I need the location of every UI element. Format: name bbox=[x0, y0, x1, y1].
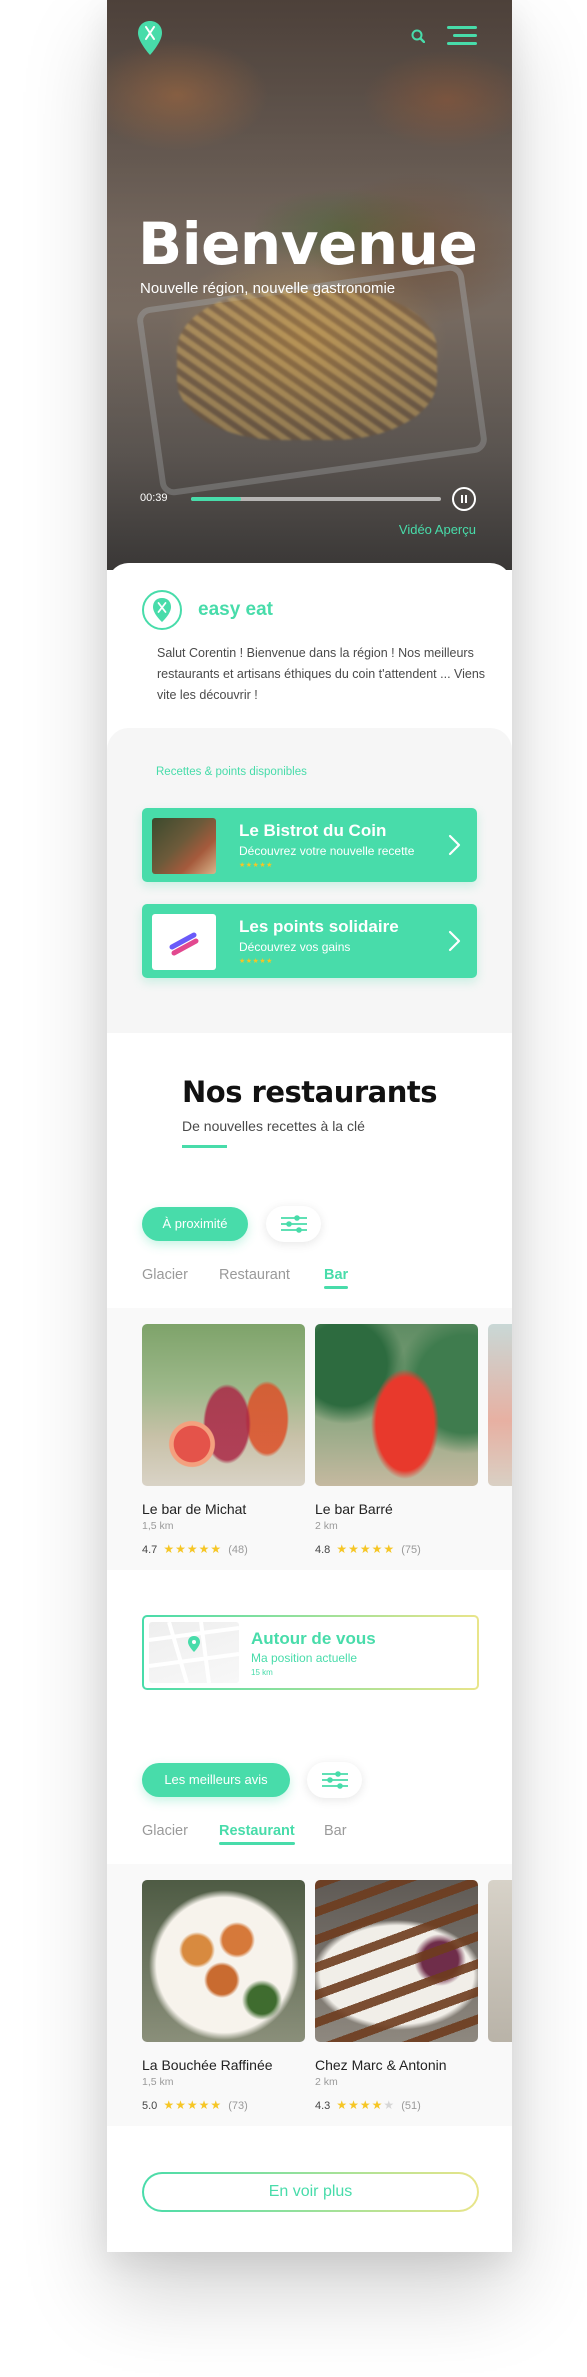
restaurant-distance: 1,5 km bbox=[142, 2076, 174, 2088]
recipe-card-stars: ★★★★★ bbox=[239, 862, 273, 869]
restaurant-card[interactable]: Chez Marc & Antonin 2 km 4.3 ★★★★★ (51) bbox=[315, 1880, 478, 2112]
restaurant-name: Le bar de Michat bbox=[142, 1501, 247, 1517]
restaurant-carousel[interactable]: La Bouchée Raffinée 1,5 km 5.0 ★★★★★ (73… bbox=[107, 1864, 512, 2126]
restaurant-rating: 4.7 ★★★★★ (48) bbox=[142, 1542, 305, 1556]
chevron-right-icon bbox=[448, 930, 461, 952]
filter-button[interactable] bbox=[266, 1206, 321, 1242]
rating-stars: ★★★★★ bbox=[163, 2098, 223, 2112]
restaurant-name: Chez Marc & Antonin bbox=[315, 2057, 447, 2073]
hero-video[interactable]: Bienvenue Nouvelle région, nouvelle gast… bbox=[107, 0, 512, 570]
recipe-card-stars: ★★★★★ bbox=[239, 958, 273, 965]
chevron-right-icon bbox=[448, 834, 461, 856]
recipe-card-bistrot[interactable]: Le Bistrot du Coin Découvrez votre nouve… bbox=[142, 808, 477, 882]
tab-bar[interactable]: Bar bbox=[324, 1267, 349, 1289]
tab-restaurant[interactable]: Restaurant bbox=[219, 1823, 295, 1845]
hero-subtitle: Nouvelle région, nouvelle gastronomie bbox=[140, 280, 396, 297]
restaurant-rating: 5.0 ★★★★★ (73) bbox=[142, 2098, 305, 2112]
rating-count: (73) bbox=[228, 2100, 248, 2112]
rating-count: (48) bbox=[228, 1544, 248, 1556]
video-progress-fill bbox=[191, 497, 241, 501]
map-pin-icon bbox=[149, 1622, 239, 1683]
welcome-text: Salut Corentin ! Bienvenue dans la régio… bbox=[157, 646, 486, 702]
recipes-panel: Recettes & points disponibles Le Bistrot… bbox=[107, 728, 512, 1033]
rating-stars: ★★★★★ bbox=[163, 1542, 223, 1556]
rating-value: 4.3 bbox=[315, 2100, 331, 2112]
app-screen: Bienvenue Nouvelle région, nouvelle gast… bbox=[107, 0, 512, 2252]
nearby-pill[interactable]: À proximité bbox=[142, 1207, 248, 1241]
video-preview-link[interactable]: Vidéo Aperçu bbox=[399, 522, 476, 537]
restaurant-name: Le bar Barré bbox=[315, 1501, 393, 1517]
video-time: 00:39 bbox=[140, 492, 168, 504]
rating-value: 4.8 bbox=[315, 1544, 331, 1556]
recipe-card-subtitle: Découvrez vos gains bbox=[239, 940, 351, 954]
restaurant-card-peek[interactable] bbox=[488, 1880, 512, 2042]
filter-button[interactable] bbox=[307, 1762, 362, 1798]
restaurant-distance: 1,5 km bbox=[142, 1520, 174, 1532]
rating-value: 4.7 bbox=[142, 1544, 158, 1556]
restaurant-card[interactable]: Le bar de Michat 1,5 km 4.7 ★★★★★ (48) bbox=[142, 1324, 305, 1556]
map-thumbnail bbox=[149, 1622, 239, 1683]
intro-card: easy eat Salut Corentin ! Bienvenue dans… bbox=[107, 563, 512, 743]
tab-glacier[interactable]: Glacier bbox=[142, 1823, 188, 1839]
rating-stars: ★★★★★ bbox=[336, 1542, 396, 1556]
sliders-icon bbox=[281, 1215, 307, 1233]
see-more-button[interactable]: En voir plus bbox=[142, 2172, 479, 2212]
restaurant-card[interactable]: La Bouchée Raffinée 1,5 km 5.0 ★★★★★ (73… bbox=[142, 1880, 305, 2112]
rating-count: (51) bbox=[401, 2100, 421, 2112]
menu-icon[interactable] bbox=[447, 26, 477, 46]
sliders-icon bbox=[322, 1771, 348, 1789]
rating-stars: ★★★★★ bbox=[336, 2098, 396, 2112]
brand-logo bbox=[142, 590, 182, 630]
restaurant-card[interactable]: Le bar Barré 2 km 4.8 ★★★★★ (75) bbox=[315, 1324, 478, 1556]
restaurant-photo bbox=[488, 1324, 512, 1486]
points-thumbnail bbox=[152, 914, 216, 970]
fork-knife-icon bbox=[153, 598, 171, 622]
restaurant-photo bbox=[142, 1880, 305, 2042]
brand-name: easy eat bbox=[198, 599, 274, 620]
restaurant-carousel[interactable]: Le bar de Michat 1,5 km 4.7 ★★★★★ (48) L… bbox=[107, 1308, 512, 1570]
pause-button[interactable] bbox=[452, 487, 476, 511]
search-icon[interactable] bbox=[411, 29, 425, 43]
best-reviews-pill[interactable]: Les meilleurs avis bbox=[142, 1763, 290, 1797]
around-you-card[interactable]: Autour de vous Ma position actuelle 15 k… bbox=[142, 1615, 479, 1690]
points-logo-icon bbox=[169, 932, 199, 956]
restaurant-distance: 2 km bbox=[315, 2076, 338, 2088]
rating-value: 5.0 bbox=[142, 2100, 158, 2112]
restaurants-title: Nos restaurants bbox=[182, 1075, 438, 1109]
restaurant-photo bbox=[315, 1880, 478, 2042]
around-distance: 15 km bbox=[251, 1668, 273, 1677]
restaurant-name: La Bouchée Raffinée bbox=[142, 2057, 273, 2073]
restaurants-subtitle: De nouvelles recettes à la clé bbox=[182, 1118, 365, 1134]
hero-title: Bienvenue bbox=[138, 210, 478, 278]
title-underline bbox=[182, 1145, 227, 1148]
recipe-card-title: Le Bistrot du Coin bbox=[239, 821, 387, 840]
tab-bar[interactable]: Bar bbox=[324, 1823, 347, 1839]
restaurant-distance: 2 km bbox=[315, 1520, 338, 1532]
restaurant-rating: 4.3 ★★★★★ (51) bbox=[315, 2098, 478, 2112]
logo-pin-icon[interactable] bbox=[137, 20, 163, 56]
video-progress[interactable] bbox=[191, 497, 441, 501]
recipe-card-title: Les points solidaire bbox=[239, 917, 399, 936]
restaurant-card-peek[interactable] bbox=[488, 1324, 512, 1486]
restaurant-photo bbox=[315, 1324, 478, 1486]
around-subtitle: Ma position actuelle bbox=[251, 1651, 358, 1665]
around-title: Autour de vous bbox=[251, 1629, 376, 1648]
restaurant-photo bbox=[142, 1324, 305, 1486]
bistrot-thumbnail bbox=[152, 818, 216, 874]
rating-count: (75) bbox=[401, 1544, 421, 1556]
recipes-label: Recettes & points disponibles bbox=[156, 766, 307, 778]
recipe-card-points[interactable]: Les points solidaire Découvrez vos gains… bbox=[142, 904, 477, 978]
tab-restaurant[interactable]: Restaurant bbox=[219, 1267, 290, 1283]
recipe-card-subtitle: Découvrez votre nouvelle recette bbox=[239, 844, 415, 858]
restaurant-photo bbox=[488, 1880, 512, 2042]
restaurant-rating: 4.8 ★★★★★ (75) bbox=[315, 1542, 478, 1556]
tab-glacier[interactable]: Glacier bbox=[142, 1267, 188, 1283]
